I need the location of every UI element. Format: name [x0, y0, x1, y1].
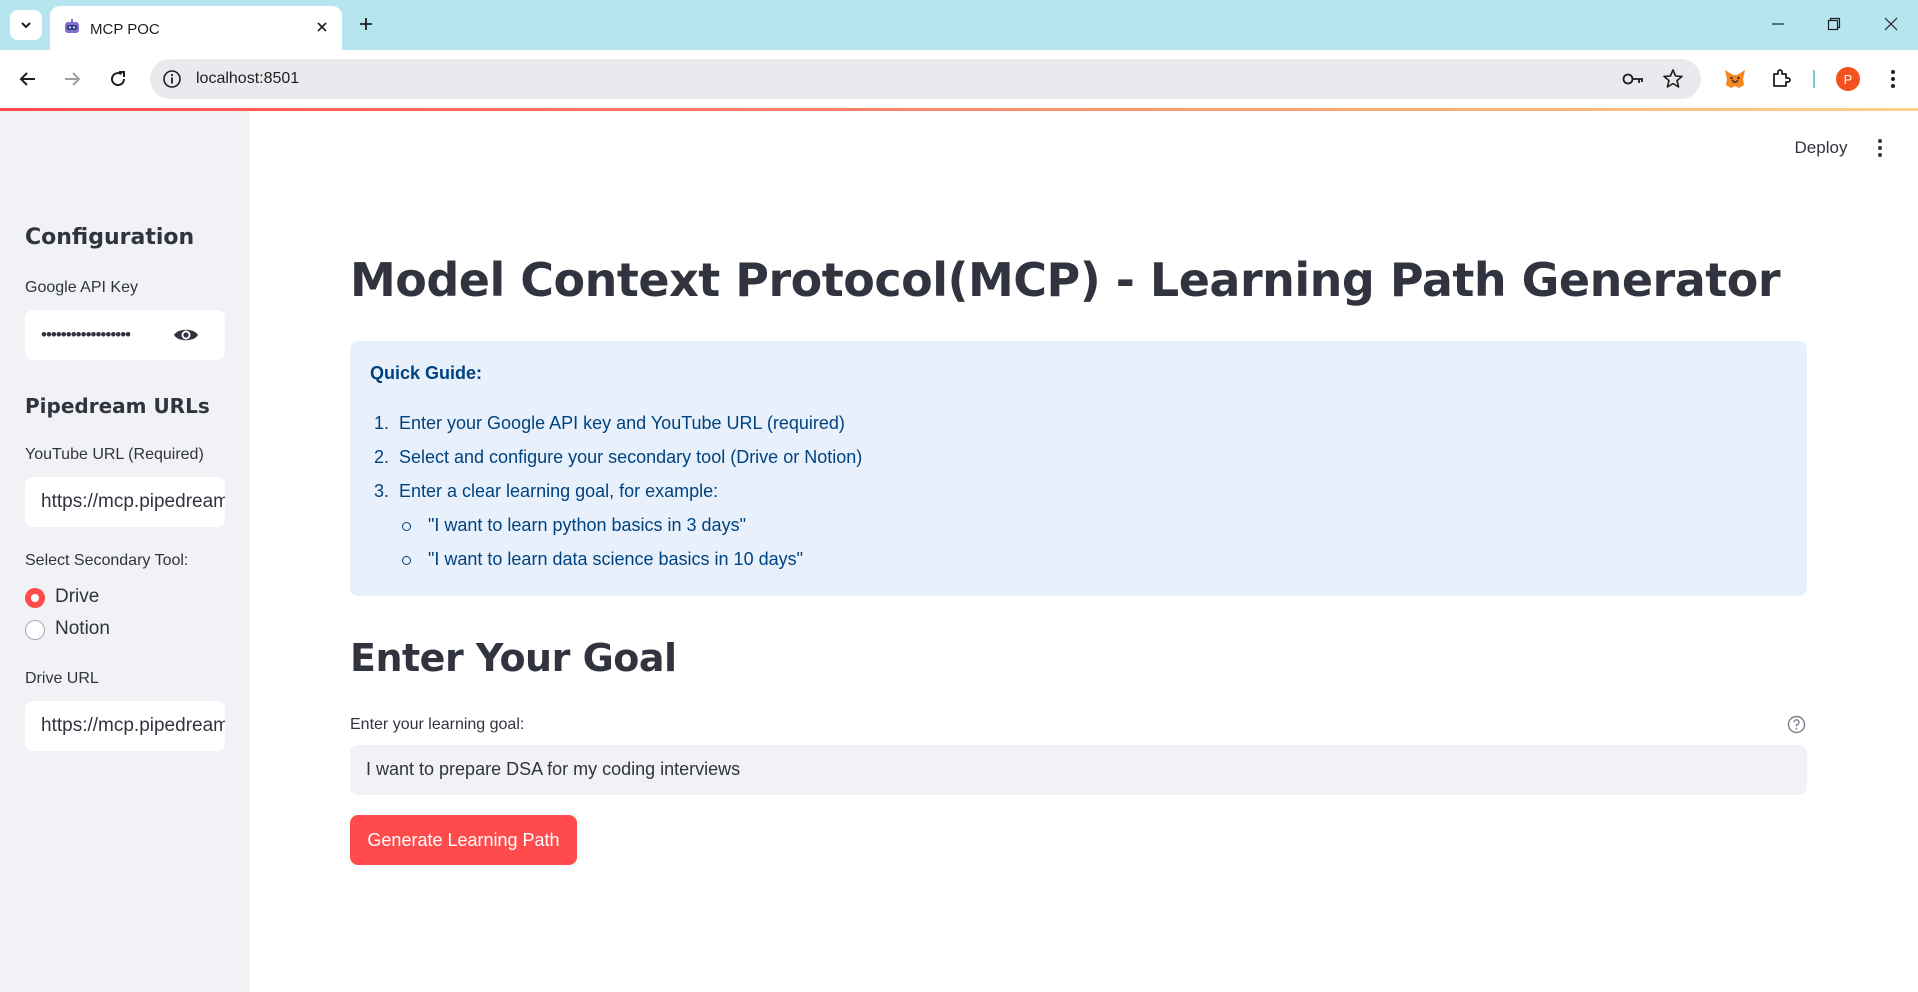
bookmark-star-icon[interactable]: [1661, 67, 1685, 91]
help-question-icon[interactable]: [1787, 715, 1806, 734]
tab-title: MCP POC: [90, 21, 160, 38]
goal-section-heading: Enter Your Goal: [350, 636, 677, 680]
api-key-input[interactable]: ••••••••••••••••••: [25, 310, 225, 360]
guide-bullet: [402, 522, 411, 531]
tab-search-button[interactable]: [10, 10, 42, 40]
forward-arrow-icon[interactable]: [57, 64, 87, 94]
profile-avatar[interactable]: P: [1836, 67, 1860, 91]
sidebar: Configuration Google API Key •••••••••••…: [0, 111, 250, 992]
window-close-icon[interactable]: [1879, 12, 1903, 36]
drive-url-value: https://mcp.pipedream: [41, 715, 225, 736]
guide-step-number: 2.: [374, 447, 390, 467]
pipedream-heading: Pipedream URLs: [25, 394, 210, 418]
main-menu-kebab-icon[interactable]: [1868, 134, 1892, 162]
notion-radio[interactable]: [25, 620, 45, 640]
restore-icon[interactable]: [1822, 12, 1846, 36]
guide-step: Enter your Google API key and YouTube UR…: [399, 413, 845, 433]
guide-step: Select and configure your secondary tool…: [399, 447, 863, 467]
app-header-accent-bar: [0, 108, 1918, 111]
quick-guide-title: Quick Guide:: [370, 363, 483, 383]
secondary-tool-label: Select Secondary Tool:: [25, 552, 189, 569]
generate-learning-path-button[interactable]: Generate Learning Path: [350, 815, 577, 865]
browser-toolbar: localhost:8501 P: [0, 50, 1918, 108]
quick-guide-info-box: Quick Guide: 1. Enter your Google API ke…: [350, 341, 1807, 596]
password-key-icon[interactable]: [1621, 68, 1645, 90]
chevron-down-icon: [21, 22, 31, 29]
youtube-url-input[interactable]: https://mcp.pipedream: [25, 477, 225, 527]
guide-example: "I want to learn python basics in 3 days…: [428, 515, 746, 535]
address-bar[interactable]: localhost:8501: [150, 59, 1701, 99]
api-key-label: Google API Key: [25, 279, 138, 296]
guide-step: Enter a clear learning goal, for example…: [399, 481, 719, 501]
browser-tab-bar: MCP POC: [0, 0, 1918, 50]
metamask-fox-icon[interactable]: [1720, 64, 1750, 94]
url-text[interactable]: localhost:8501: [196, 70, 299, 88]
drive-url-label: Drive URL: [25, 670, 99, 687]
youtube-url-value: https://mcp.pipedream: [41, 491, 225, 512]
robot-favicon-icon: [65, 19, 79, 33]
new-tab-plus-icon[interactable]: [354, 12, 378, 36]
guide-step-number: 1.: [374, 413, 390, 433]
notion-radio-label[interactable]: Notion: [55, 618, 110, 640]
goal-input-label: Enter your learning goal:: [350, 716, 525, 733]
configuration-heading: Configuration: [25, 225, 195, 250]
extensions-puzzle-icon[interactable]: [1766, 64, 1796, 94]
page-title: Model Context Protocol(MCP) - Learning P…: [350, 253, 1781, 307]
learning-goal-input[interactable]: I want to prepare DSA for my coding inte…: [350, 745, 1807, 795]
browser-tab[interactable]: MCP POC: [50, 6, 342, 50]
deploy-button[interactable]: Deploy: [1786, 133, 1856, 163]
eye-icon[interactable]: [173, 323, 199, 347]
youtube-url-label: YouTube URL (Required): [25, 446, 204, 463]
reload-icon[interactable]: [103, 64, 133, 94]
back-arrow-icon[interactable]: [13, 64, 43, 94]
drive-radio[interactable]: [25, 588, 45, 608]
toolbar-divider: [1813, 70, 1815, 88]
learning-goal-value: I want to prepare DSA for my coding inte…: [366, 759, 741, 779]
guide-bullet: [402, 556, 411, 565]
browser-menu-kebab-icon[interactable]: [1878, 64, 1908, 94]
minimize-icon[interactable]: [1766, 12, 1790, 36]
guide-step-number: 3.: [374, 481, 390, 501]
tab-close-icon[interactable]: [312, 17, 332, 37]
site-info-icon[interactable]: [162, 69, 182, 89]
drive-url-input[interactable]: https://mcp.pipedream: [25, 701, 225, 751]
api-key-value: ••••••••••••••••••: [41, 325, 131, 344]
drive-radio-label[interactable]: Drive: [55, 586, 99, 608]
guide-example: "I want to learn data science basics in …: [428, 549, 803, 569]
